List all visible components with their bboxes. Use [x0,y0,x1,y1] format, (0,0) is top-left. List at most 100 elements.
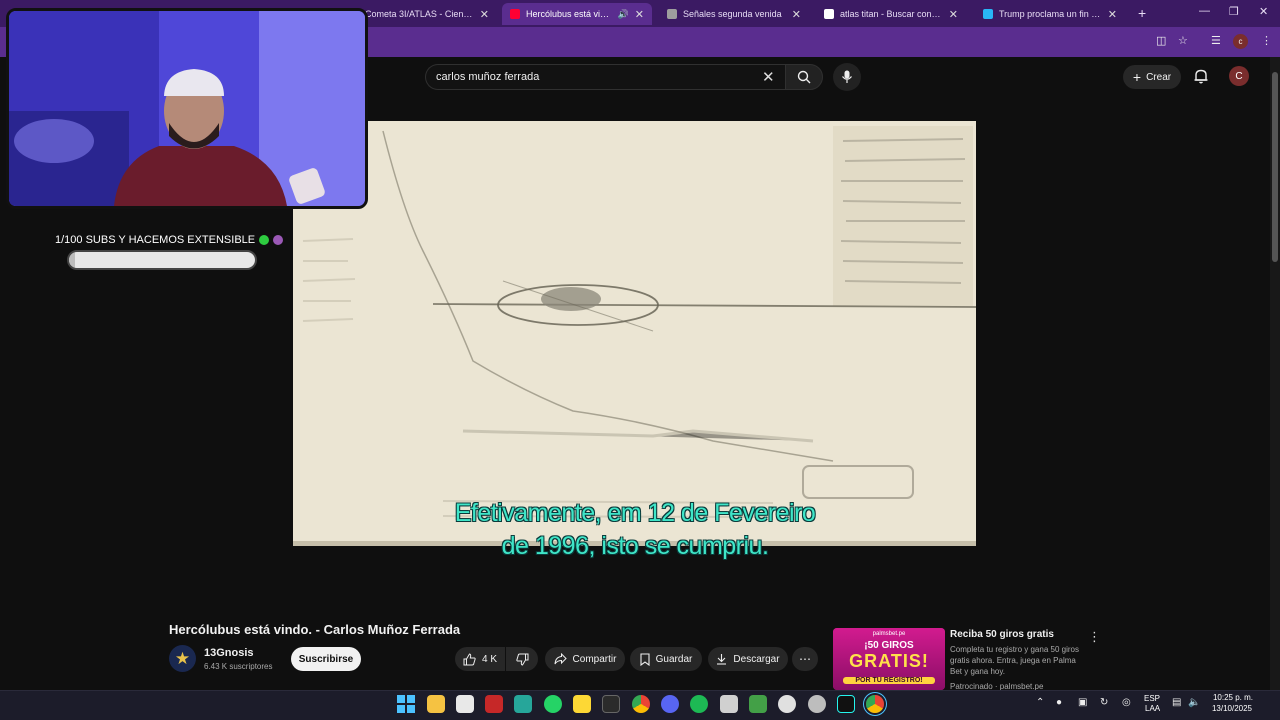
minimize-icon[interactable]: — [1199,5,1210,17]
video-player[interactable] [293,121,976,546]
tray-app-icon[interactable]: ● [1056,697,1062,708]
subtitle-line-2: de 1996, isto se cumpriu. [501,532,769,560]
account-avatar[interactable]: C [1229,66,1249,86]
channel-avatar[interactable]: ★ [169,645,196,672]
share-button[interactable]: Compartir [545,647,625,671]
browser-profile-avatar[interactable]: c [1233,34,1248,49]
tab-title: atlas titan - Buscar con Google [840,9,943,19]
terminal-icon[interactable] [602,695,620,713]
ad-banner-line-3: POR TU REGISTRO! [843,677,935,684]
notifications-bell-icon[interactable] [1192,67,1210,85]
tiktok-icon[interactable] [837,695,855,713]
subscribe-button[interactable]: Suscribirse [291,647,361,671]
media-app-icon[interactable] [749,695,767,713]
browser-tab[interactable]: atlas titan - Buscar con Google ✕ [816,3,966,25]
tab-title: Señales segunda venida [683,9,782,19]
ad-banner[interactable]: palmsbet.pe ¡50 GIROS GRATIS! POR TU REG… [833,628,945,690]
more-horizontal-icon: ⋯ [799,652,811,666]
bookmark-icon [640,652,650,666]
browser-tab[interactable]: Trump proclama un fin de la gu ✕ [975,3,1125,25]
clear-search-icon[interactable]: ✕ [762,68,775,86]
tab-close-icon[interactable]: ✕ [792,8,801,21]
ad-banner-line-1: ¡50 GIROS [864,640,914,651]
tab-favicon-icon [667,9,677,19]
search-icon [797,70,811,84]
star-icon: ★ [174,648,191,668]
browser-menu-icon[interactable]: ⋮ [1261,34,1272,47]
browser-tab[interactable]: Cometa 3I/ATLAS - Ciencia de ✕ [357,3,497,25]
share-arrow-icon [554,653,567,665]
whatsapp-icon[interactable] [544,695,562,713]
tiles-app-icon[interactable] [514,695,532,713]
media-controls-icon[interactable]: ☰ [1211,34,1221,47]
input-language[interactable]: ESP [1144,694,1160,703]
download-label: Descargar [733,653,780,665]
browser-tab[interactable]: Señales segunda venida ✕ [659,3,809,25]
save-button[interactable]: Guardar [630,647,702,671]
clock-time[interactable]: 10:25 p. m. [1210,693,1256,702]
chatgpt-icon[interactable] [778,695,796,713]
tab-audio-icon[interactable]: 🔊 [618,9,629,20]
tab-favicon-icon [510,9,520,19]
discord-icon[interactable] [661,695,679,713]
tray-microphone-icon[interactable]: ◎ [1122,697,1131,708]
windows-start-icon[interactable] [397,695,415,713]
input-language-layout[interactable]: LAA [1145,704,1160,713]
subscriber-goal-progress-bar [67,250,257,270]
tray-overflow-icon[interactable]: ⌃ [1036,697,1044,708]
progress-fill [69,252,75,268]
wifi-icon[interactable]: ▤ [1172,697,1181,708]
streamer-webcam-image [9,11,365,206]
recorder-icon[interactable] [808,695,826,713]
dislike-button[interactable] [506,647,538,671]
tab-close-icon[interactable]: ✕ [635,8,644,21]
tab-favicon-icon [824,9,834,19]
search-input-value: carlos muñoz ferrada [436,71,540,83]
chrome-active-icon[interactable] [866,695,884,713]
tab-close-icon[interactable]: ✕ [949,8,958,21]
search-input[interactable]: carlos muñoz ferrada [425,64,785,90]
browser-tab[interactable]: Hercólubus está vindo. - C 🔊 ✕ [502,3,652,25]
install-app-icon[interactable]: ◫ [1156,34,1166,47]
video-frame-map [293,121,976,546]
tray-sync-icon[interactable]: ↻ [1100,697,1108,708]
ad-more-icon[interactable]: ⋮ [1088,629,1101,645]
volume-icon[interactable]: 🔈 [1188,697,1200,708]
create-button-label: Crear [1146,71,1172,83]
purple-dot-icon [273,235,284,245]
tab-close-icon[interactable]: ✕ [480,8,489,21]
spotify-icon[interactable] [690,695,708,713]
tab-close-icon[interactable]: ✕ [1108,8,1117,21]
like-button[interactable]: 4 K [455,647,505,671]
channel-subscriber-count: 6.43 K suscriptores [204,662,273,671]
file-explorer-icon[interactable] [427,695,445,713]
subscriber-goal: 1/100 SUBS Y HACEMOS EXTENSIBLE [55,234,284,246]
chrome-icon[interactable] [632,695,650,713]
video-app-icon[interactable] [485,695,503,713]
create-button[interactable]: + Crear [1123,65,1181,89]
bookmark-star-icon[interactable]: ☆ [1178,34,1188,47]
tab-title: Trump proclama un fin de la gu [999,9,1102,19]
channel-name[interactable]: 13Gnosis [204,647,254,659]
tray-network-drive-icon[interactable]: ▣ [1078,697,1087,708]
scrollbar-thumb[interactable] [1272,72,1278,262]
tab-title: Hercólubus está vindo. - C [526,9,612,19]
like-count: 4 K [481,653,497,665]
clock-date[interactable]: 13/10/2025 [1208,704,1256,713]
new-tab-button[interactable]: + [1138,5,1146,21]
ad-title[interactable]: Reciba 50 giros gratis [950,629,1054,640]
thumbs-up-icon [463,652,476,665]
close-window-icon[interactable]: ✕ [1259,5,1268,18]
calculator-icon[interactable] [720,695,738,713]
more-actions-button[interactable]: ⋯ [792,647,818,671]
ad-banner-line-2: GRATIS! [849,651,929,671]
sticky-notes-icon[interactable] [573,695,591,713]
save-label: Guardar [655,653,693,665]
download-button[interactable]: Descargar [708,647,788,671]
thumbs-down-icon [515,653,528,666]
search-button[interactable] [785,64,823,90]
restore-icon[interactable]: ❐ [1229,5,1239,18]
microsoft-store-icon[interactable] [456,695,474,713]
plus-icon: + [1132,69,1142,85]
voice-search-button[interactable] [833,63,861,91]
